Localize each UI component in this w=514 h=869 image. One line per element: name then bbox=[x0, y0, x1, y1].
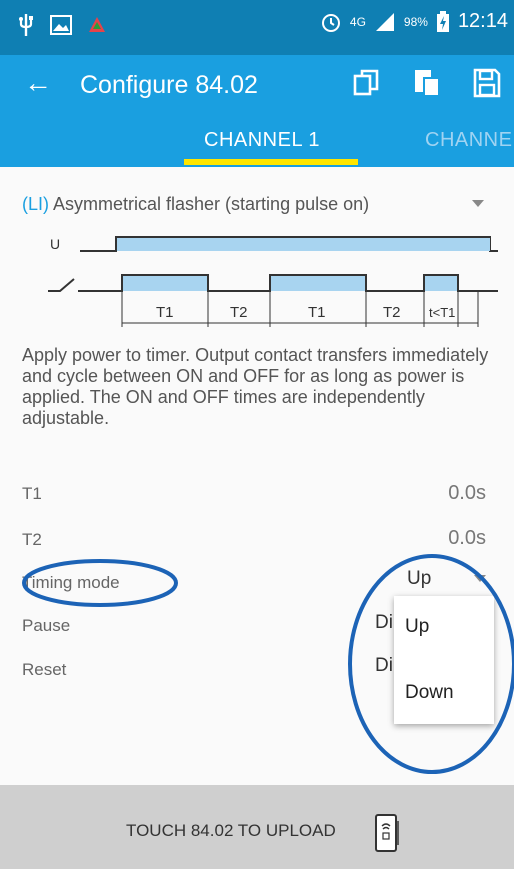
battery-percent: 98% bbox=[403, 14, 428, 29]
timing-diagram: U T1 T2 T1 T2 t<T1 bbox=[48, 236, 498, 327]
menu-option-up[interactable]: Up bbox=[405, 616, 429, 638]
status-system: 4G 98% 12:14 bbox=[320, 10, 508, 33]
image-icon bbox=[50, 15, 72, 35]
timing-mode-dropdown-icon[interactable] bbox=[474, 575, 486, 582]
paste-icon[interactable] bbox=[412, 67, 442, 99]
warning-app-icon bbox=[89, 17, 105, 32]
interval-t1-a: T1 bbox=[156, 304, 174, 321]
timing-mode-value[interactable]: Up bbox=[407, 568, 431, 590]
page-title: Configure 84.02 bbox=[80, 71, 258, 99]
reset-value[interactable]: Di bbox=[375, 655, 393, 677]
app-bar-actions bbox=[352, 67, 502, 99]
usb-icon bbox=[19, 14, 33, 36]
save-icon[interactable] bbox=[472, 67, 502, 99]
menu-option-down[interactable]: Down bbox=[405, 682, 454, 704]
pause-label: Pause bbox=[22, 616, 71, 635]
signal-icon bbox=[375, 12, 394, 31]
u-label: U bbox=[50, 236, 60, 252]
mode-description: Apply power to timer. Output contact tra… bbox=[22, 345, 489, 428]
tab-indicator bbox=[184, 159, 358, 165]
interval-t2-b: T2 bbox=[383, 304, 401, 321]
t2-label: T2 bbox=[22, 530, 42, 549]
upload-bar[interactable]: TOUCH 84.02 TO UPLOAD bbox=[0, 785, 514, 869]
alarm-icon bbox=[321, 13, 340, 32]
status-bar: 4G 98% 12:14 bbox=[0, 0, 514, 55]
tab-channel-2[interactable]: CHANNE bbox=[425, 129, 512, 152]
network-type: 4G bbox=[349, 14, 366, 29]
t2-value[interactable]: 0.0s bbox=[448, 527, 486, 550]
timing-mode-menu: Up Down bbox=[394, 596, 494, 724]
t1-value[interactable]: 0.0s bbox=[448, 482, 486, 505]
t1-label: T1 bbox=[22, 484, 42, 503]
back-arrow-icon[interactable]: ← bbox=[24, 67, 52, 99]
upload-label: TOUCH 84.02 TO UPLOAD bbox=[126, 821, 336, 840]
status-notifications bbox=[18, 12, 106, 38]
nfc-phone-icon bbox=[375, 814, 399, 852]
interval-t-less: t<T1 bbox=[429, 305, 455, 320]
dropdown-arrow-icon[interactable] bbox=[472, 200, 484, 207]
mode-selector[interactable]: (LI) Asymmetrical flasher (starting puls… bbox=[22, 194, 369, 215]
copy-icon[interactable] bbox=[352, 67, 382, 99]
interval-t1-b: T1 bbox=[308, 304, 326, 321]
mode-name: Asymmetrical flasher (starting pulse on) bbox=[53, 194, 370, 214]
clock: 12:14 bbox=[457, 10, 508, 32]
reset-label: Reset bbox=[22, 660, 67, 679]
pause-value[interactable]: Di bbox=[375, 612, 393, 634]
battery-charging-icon bbox=[436, 10, 449, 32]
interval-t2-a: T2 bbox=[230, 304, 248, 321]
app-bar: ← Configure 84.02 bbox=[0, 55, 514, 117]
tab-channel-1[interactable]: CHANNEL 1 bbox=[204, 129, 320, 152]
mode-code: (LI) bbox=[22, 194, 49, 214]
timing-mode-label: Timing mode bbox=[22, 573, 120, 592]
